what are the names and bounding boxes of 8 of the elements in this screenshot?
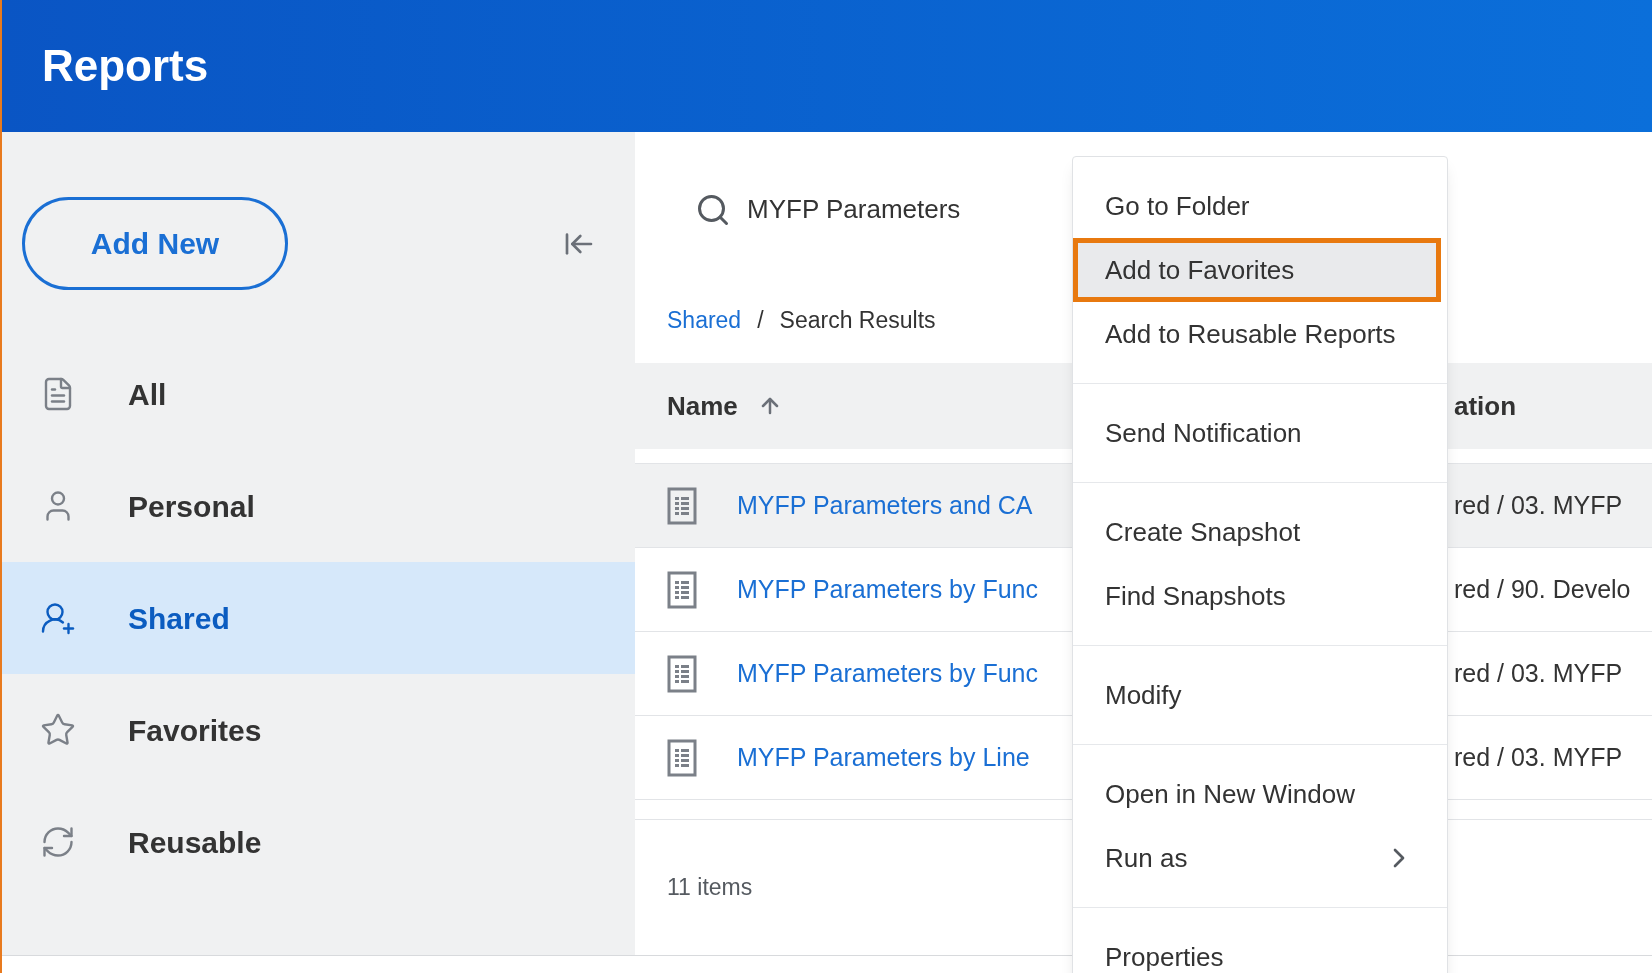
table-cell-text: red / 03. MYFP bbox=[1454, 657, 1624, 689]
item-count: 11 items bbox=[667, 873, 753, 903]
breadcrumb-text: / bbox=[757, 306, 764, 336]
table-cell-text: red / 03. MYFP bbox=[1454, 489, 1624, 521]
breadcrumb-text: Search Results bbox=[779, 306, 936, 336]
page-title: Reports bbox=[42, 40, 209, 92]
table-cell-text: red / 90. Develo bbox=[1454, 573, 1632, 605]
table-cell-text: red / 03. MYFP bbox=[1454, 741, 1624, 773]
